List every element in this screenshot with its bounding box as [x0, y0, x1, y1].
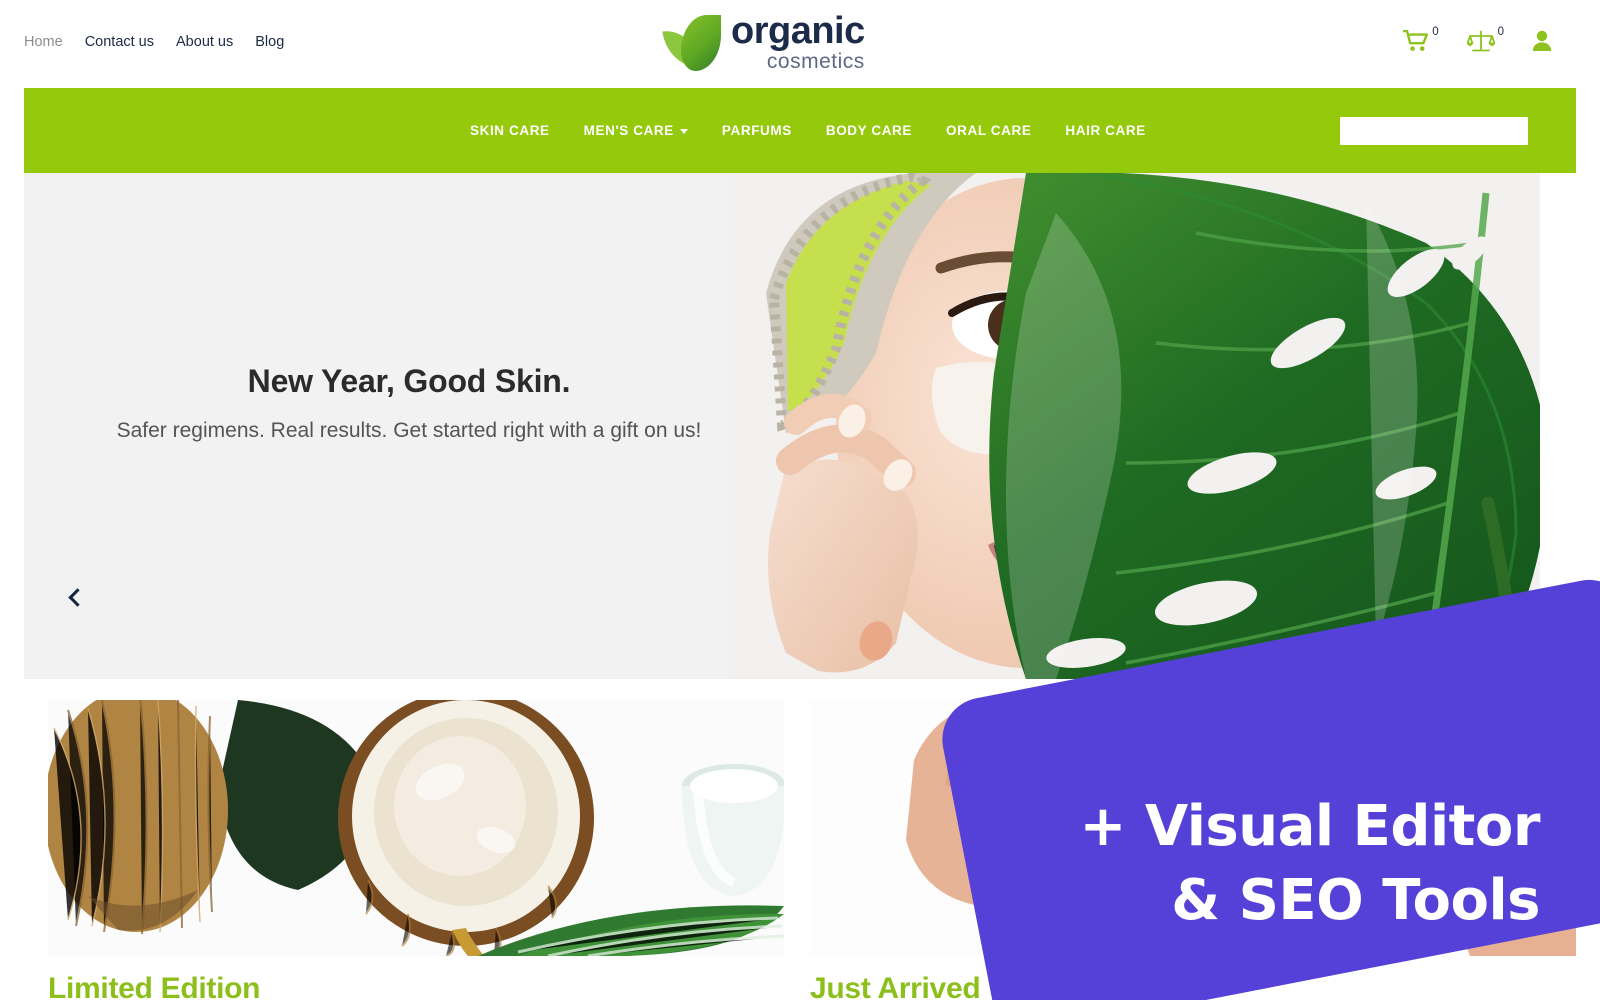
nav-label: ORAL CARE	[946, 123, 1032, 138]
nav-item-hair-care[interactable]: HAIR CARE	[1065, 123, 1145, 138]
main-nav-bar: SKIN CARE MEN'S CARE PARFUMS BODY CARE O…	[24, 88, 1576, 173]
utility-nav-item-contact[interactable]: Contact us	[85, 34, 154, 50]
header-icons: 0 0	[1403, 26, 1552, 52]
utility-nav-item-home[interactable]: Home	[24, 34, 63, 50]
chevron-down-icon	[679, 129, 688, 134]
promo-badge-line-1: + Visual Editor	[1079, 794, 1540, 859]
user-account-icon	[1532, 30, 1552, 51]
hero-slider: New Year, Good Skin. Safer regimens. Rea…	[24, 173, 1540, 679]
nav-item-body-care[interactable]: BODY CARE	[826, 123, 912, 138]
chevron-left-icon	[67, 587, 87, 607]
top-bar: Home Contact us About us Blog organic co…	[0, 0, 1600, 88]
promo-card-limited-edition[interactable]: Limited Edition	[48, 700, 784, 1000]
nav-label: HAIR CARE	[1065, 123, 1146, 138]
nav-label: BODY CARE	[825, 123, 913, 138]
compare-button[interactable]: 0	[1466, 26, 1504, 52]
cart-icon	[1403, 30, 1429, 51]
page-root: Home Contact us About us Blog organic co…	[0, 0, 1600, 1000]
scales-compare-icon	[1466, 30, 1495, 52]
hero-title: New Year, Good Skin.	[247, 363, 571, 399]
utility-nav: Home Contact us About us Blog	[24, 34, 284, 50]
cart-count: 0	[1432, 26, 1439, 38]
promo-badge-text: + Visual Editor & SEO Tools	[1020, 790, 1540, 939]
leaf-logo-icon	[662, 13, 721, 72]
promo-card-image-coconut	[48, 700, 784, 956]
nav-item-parfums[interactable]: PARFUMS	[722, 123, 792, 138]
nav-label: MEN'S CARE	[583, 123, 674, 138]
utility-nav-item-blog[interactable]: Blog	[255, 34, 284, 50]
account-button[interactable]	[1532, 30, 1552, 52]
nav-item-mens-care[interactable]: MEN'S CARE	[584, 123, 688, 138]
carousel-prev-button[interactable]	[62, 577, 88, 617]
cart-button[interactable]: 0	[1403, 26, 1439, 52]
hero-subtitle: Safer regimens. Real results. Get starte…	[116, 419, 702, 442]
promo-card-title: Limited Edition	[48, 972, 261, 1000]
utility-nav-item-about[interactable]: About us	[176, 34, 233, 50]
nav-label: SKIN CARE	[470, 123, 550, 138]
search-input[interactable]	[1338, 117, 1522, 145]
nav-item-skin-care[interactable]: SKIN CARE	[470, 123, 550, 138]
nav-item-oral-care[interactable]: ORAL CARE	[946, 123, 1031, 138]
logo-secondary-text: cosmetics	[766, 50, 865, 73]
search-box[interactable]	[1338, 117, 1528, 145]
promo-badge-line-2: & SEO Tools	[1171, 868, 1540, 934]
hero-caption: New Year, Good Skin. Safer regimens. Rea…	[24, 363, 794, 448]
promo-card-title: Just Arrived	[810, 972, 981, 1000]
logo-primary-text: organic	[731, 10, 865, 52]
hero-image	[726, 173, 1540, 679]
site-logo[interactable]: organic cosmetics	[662, 10, 865, 73]
main-nav: SKIN CARE MEN'S CARE PARFUMS BODY CARE O…	[470, 88, 1146, 173]
compare-count: 0	[1497, 26, 1504, 38]
nav-label: PARFUMS	[721, 123, 792, 138]
